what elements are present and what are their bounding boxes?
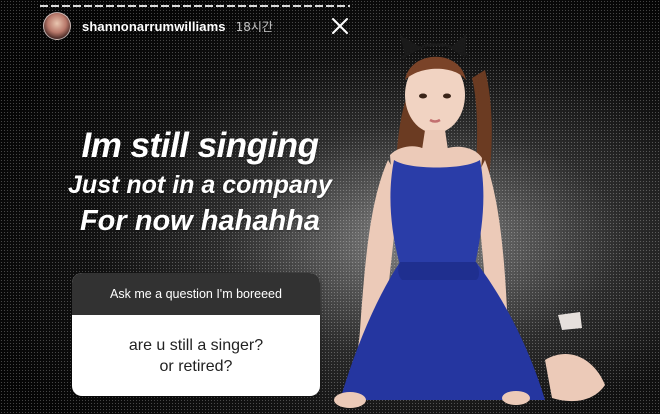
answer-line-2: or retired? bbox=[159, 357, 233, 375]
question-answer: are u still a singer? or retired? bbox=[72, 315, 320, 396]
question-prompt: Ask me a question I'm boreeed bbox=[72, 273, 320, 315]
question-sticker[interactable]: Ask me a question I'm boreeed are u stil… bbox=[72, 273, 320, 396]
caption-line-2: Just not in a company bbox=[68, 171, 332, 199]
caption-line-1: Im still singing bbox=[81, 126, 319, 165]
story-progress-bar bbox=[40, 5, 350, 7]
caption-line-3: For now hahahha bbox=[79, 205, 321, 237]
avatar[interactable] bbox=[43, 12, 71, 40]
story-photo-woman-blue-dress bbox=[334, 34, 605, 408]
story-header: shannonarrumwilliams 18시간 bbox=[43, 12, 273, 40]
username[interactable]: shannonarrumwilliams bbox=[82, 19, 226, 34]
answer-line-1: are u still a singer? bbox=[128, 336, 264, 354]
post-time: 18시간 bbox=[235, 19, 273, 34]
story-viewer: shannonarrumwilliams 18시간 Im still singi… bbox=[0, 0, 660, 414]
story-caption: Im still singing Just not in a company F… bbox=[40, 126, 360, 240]
